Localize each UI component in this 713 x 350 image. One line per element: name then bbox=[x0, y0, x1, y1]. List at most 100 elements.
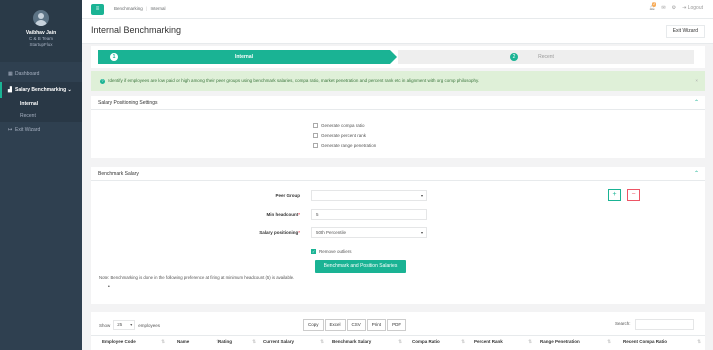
option-label: Generate percent rank bbox=[321, 132, 367, 138]
notification-badge: 2 bbox=[652, 2, 657, 7]
exit-icon: ↦ bbox=[8, 127, 13, 133]
sort-icon: ⇅ bbox=[320, 339, 324, 344]
peer-group-select[interactable]: ▾ bbox=[311, 190, 427, 201]
sidebar-item-salary-benchmarking[interactable]: ▟ Salary Benchmarking ⌄ bbox=[0, 82, 82, 98]
close-icon[interactable]: × bbox=[695, 71, 698, 91]
wizard-step-internal[interactable]: 1 Internal bbox=[98, 50, 390, 64]
copy-button[interactable]: Copy bbox=[303, 319, 324, 331]
step-label: Internal bbox=[234, 54, 254, 60]
excel-button[interactable]: Excel bbox=[324, 319, 346, 331]
benchmark-note: Note: Benchmarking is done in the follow… bbox=[99, 275, 295, 280]
profile-block: Vaibhav Jain C & B Team StartupFlux bbox=[0, 0, 82, 62]
col-current-salary[interactable]: Current Salary ⇅ bbox=[263, 336, 326, 348]
wizard-steps: 1 Internal 2 Recent bbox=[98, 50, 694, 64]
col-name[interactable]: Name ⇅ bbox=[177, 336, 222, 348]
option-range-penetration[interactable]: Generate range penetration bbox=[313, 140, 376, 150]
sidebar-subitem-recent[interactable]: Recent bbox=[0, 110, 82, 122]
sidebar: Vaibhav Jain C & B Team StartupFlux ▦ Das… bbox=[0, 0, 82, 350]
search-input[interactable] bbox=[635, 319, 694, 330]
option-compa-ratio[interactable]: Generate compa ratio bbox=[313, 120, 376, 130]
positioning-options: Generate compa ratio Generate percent ra… bbox=[313, 120, 376, 150]
label-text: Salary positioning bbox=[259, 230, 299, 235]
column-label: Compa Ratio bbox=[412, 339, 440, 344]
user-org: StartupFlux bbox=[29, 42, 53, 47]
chevron-up-icon[interactable]: ⌃ bbox=[694, 167, 699, 181]
option-label: Remove outliers bbox=[319, 248, 352, 254]
required-mark: * bbox=[298, 230, 300, 235]
remove-outliers-option[interactable]: ✓ Remove outliers bbox=[311, 246, 352, 256]
min-headcount-label: Min headcount* bbox=[220, 212, 300, 217]
checkbox[interactable] bbox=[313, 122, 318, 128]
info-alert: ? Identify if employees are low paid or … bbox=[91, 71, 705, 91]
sidebar-item-label: Salary Benchmarking bbox=[15, 87, 67, 93]
breadcrumb-internal[interactable]: Internal bbox=[150, 6, 165, 11]
col-range-penetration[interactable]: Range Penetration ⇅ bbox=[540, 336, 613, 348]
page-size-select[interactable]: 25 ▾ bbox=[113, 320, 136, 330]
col-percent-rank[interactable]: Percent Rank ⇅ bbox=[474, 336, 534, 348]
sidebar-item-exit-wizard[interactable]: ↦ Exit Wizard bbox=[0, 122, 82, 138]
checkbox[interactable] bbox=[313, 132, 318, 138]
breadcrumb-benchmarking[interactable]: Benchmarking bbox=[114, 6, 143, 11]
peer-group-label: Peer Group bbox=[275, 193, 300, 198]
sidebar-item-label: Dashboard bbox=[15, 71, 40, 77]
grid-icon: ▦ bbox=[8, 71, 13, 77]
option-label: Generate compa ratio bbox=[321, 122, 365, 128]
remove-row-button[interactable]: − bbox=[627, 189, 640, 201]
logout-icon: ⇥ bbox=[682, 5, 687, 11]
label-text: Min headcount bbox=[266, 212, 299, 217]
select-value: 50th Percentile bbox=[316, 230, 347, 235]
info-icon: ? bbox=[100, 79, 105, 84]
option-percent-rank[interactable]: Generate percent rank bbox=[313, 130, 376, 140]
checkbox-checked[interactable]: ✓ bbox=[311, 248, 316, 254]
pdf-button[interactable]: PDF bbox=[387, 319, 407, 331]
checkbox[interactable] bbox=[313, 142, 318, 148]
panel-title-text: Salary Positioning Settings bbox=[98, 100, 158, 106]
chevron-down-icon: ⌄ bbox=[67, 87, 72, 93]
sidebar-subitem-internal[interactable]: Internal bbox=[0, 98, 82, 110]
sort-icon: ⇅ bbox=[161, 339, 165, 344]
col-benchmark-salary[interactable]: Benchmark Salary ⇅ bbox=[332, 336, 404, 348]
sort-icon: ⇅ bbox=[528, 339, 532, 344]
col-compa-ratio[interactable]: Compa Ratio ⇅ bbox=[412, 336, 467, 348]
benchmark-salaries-button[interactable]: Benchmark and Position Salaries bbox=[315, 260, 406, 273]
add-row-button[interactable]: + bbox=[608, 189, 621, 201]
search-label: Search: bbox=[615, 321, 631, 326]
logout-link[interactable]: ⇥ Logout bbox=[682, 5, 703, 11]
breadcrumb-separator: | bbox=[146, 6, 148, 11]
benchmark-title: Benchmark Salary ⌃ bbox=[91, 167, 705, 181]
step-arrow bbox=[390, 50, 397, 64]
col-rating[interactable]: Rating ⇅ bbox=[218, 336, 258, 348]
step-number: 2 bbox=[510, 53, 518, 61]
select-value: 25 bbox=[117, 322, 123, 327]
main-area: ≡ Benchmarking | Internal 🔔︎ 2 ✉ ⚙ ⇥ Log… bbox=[82, 0, 713, 350]
sort-icon: ⇅ bbox=[252, 339, 256, 344]
print-button[interactable]: Print bbox=[366, 319, 387, 331]
sort-icon: ⇅ bbox=[697, 339, 701, 344]
min-headcount-input[interactable]: 5 bbox=[311, 209, 427, 220]
exit-wizard-button[interactable]: Exit Wizard bbox=[665, 25, 705, 38]
menu-toggle-button[interactable]: ≡ bbox=[91, 4, 104, 15]
gear-icon[interactable]: ⚙ bbox=[672, 5, 676, 11]
sidebar-submenu: Internal Recent bbox=[0, 98, 82, 122]
top-bar: ≡ Benchmarking | Internal 🔔︎ 2 ✉ ⚙ ⇥ Log… bbox=[82, 0, 713, 19]
logout-label: Logout bbox=[687, 5, 703, 11]
export-buttons: Copy Excel CSV Print PDF bbox=[303, 319, 407, 331]
caret-down-icon: ▾ bbox=[420, 193, 423, 198]
salary-positioning-select[interactable]: 50th Percentile ▾ bbox=[311, 227, 427, 238]
col-recent-compa-ratio[interactable]: Recent Compa Ratio ⇅ bbox=[623, 336, 703, 348]
column-label: Employee Code bbox=[102, 339, 136, 344]
wizard-step-recent[interactable]: 2 Recent bbox=[398, 50, 694, 64]
page-header: Internal Benchmarking Exit Wizard bbox=[82, 19, 713, 44]
mail-icon[interactable]: ✉ bbox=[661, 5, 665, 11]
sidebar-item-label: Exit Wizard bbox=[15, 127, 41, 133]
column-label: Rating bbox=[218, 339, 232, 344]
bullet: • bbox=[108, 284, 110, 290]
sidebar-item-dashboard[interactable]: ▦ Dashboard bbox=[0, 66, 82, 82]
caret-down-icon: ▾ bbox=[420, 230, 423, 235]
positioning-title: Salary Positioning Settings ⌃ bbox=[91, 96, 705, 110]
csv-button[interactable]: CSV bbox=[346, 319, 366, 331]
notifications-button[interactable]: 🔔︎ 2 bbox=[649, 2, 657, 11]
chevron-up-icon[interactable]: ⌃ bbox=[694, 96, 699, 110]
col-employee-code[interactable]: Employee Code ⇅ bbox=[102, 336, 167, 348]
avatar[interactable] bbox=[33, 10, 49, 26]
